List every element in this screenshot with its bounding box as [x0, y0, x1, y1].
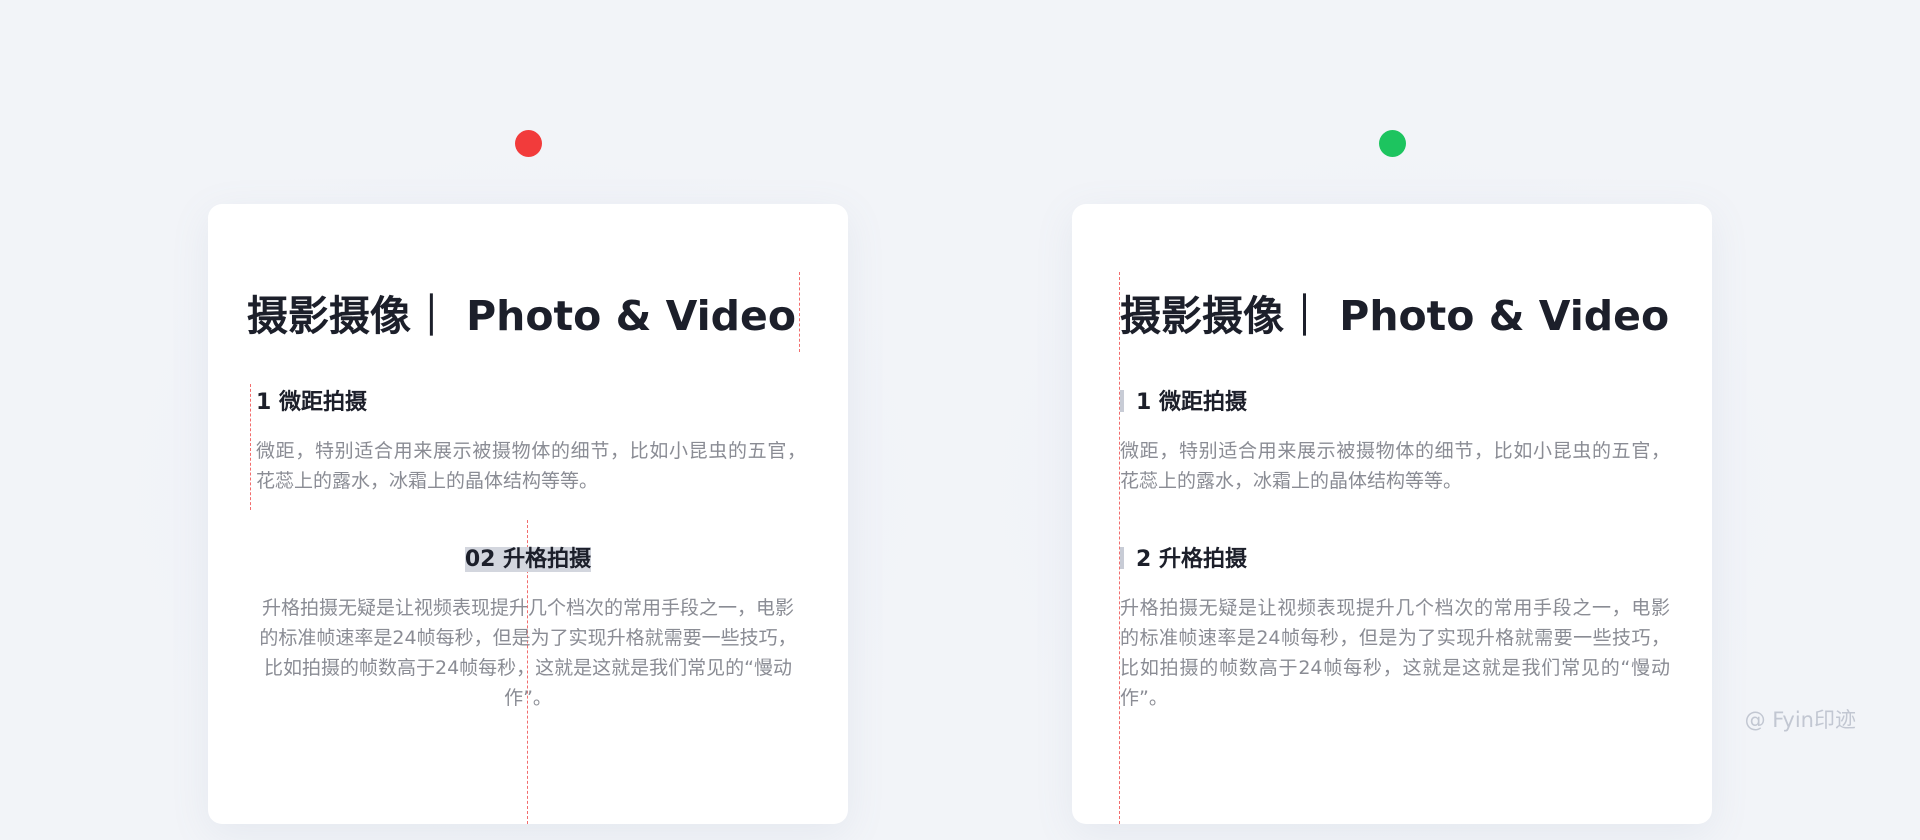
section-body-macro: 微距，特别适合用来展示被摄物体的细节，比如小昆虫的五官，花蕊上的露水，冰霜上的晶… — [256, 440, 806, 492]
right-alignment-guide — [799, 272, 800, 352]
incorrect-indicator-dot — [515, 130, 542, 157]
selection-highlight: 02 升格拍摄 — [464, 547, 592, 572]
section-title-text: 2 升格拍摄 — [1136, 547, 1247, 572]
section-marker — [1120, 547, 1124, 569]
section-title-macro: 1 微距拍摄 — [1120, 388, 1247, 418]
section-title-macro: 1 微距拍摄 — [256, 390, 367, 415]
section-title-slow-motion: 02 升格拍摄 — [208, 545, 848, 575]
section-body-slow-motion: 升格拍摄无疑是让视频表现提升几个档次的常用手段之一，电影的标准帧速率是24帧每秒… — [1120, 597, 1670, 709]
section-title-text: 1 微距拍摄 — [1136, 390, 1247, 415]
section-body-macro: 微距，特别适合用来展示被摄物体的细节，比如小昆虫的五官，花蕊上的露水，冰霜上的晶… — [1120, 440, 1670, 492]
page-title: 摄影摄像｜ Photo & Video — [246, 292, 796, 340]
right-example-card: 摄影摄像｜ Photo & Video 1 微距拍摄 微距，特别适合用来展示被摄… — [1072, 204, 1712, 824]
section-marker — [1120, 390, 1124, 412]
left-example-card: 摄影摄像｜ Photo & Video 1 微距拍摄 微距，特别适合用来展示被摄… — [208, 204, 848, 824]
section-body-slow-motion: 升格拍摄无疑是让视频表现提升几个档次的常用手段之一，电影的标准帧速率是24帧每秒… — [259, 597, 797, 709]
page-title: 摄影摄像｜ Photo & Video — [1120, 292, 1670, 340]
section-title-slow-motion: 2 升格拍摄 — [1120, 545, 1247, 575]
watermark: @ Fyin印迹 — [1744, 708, 1856, 732]
left-alignment-guide — [250, 384, 251, 510]
correct-indicator-dot — [1379, 130, 1406, 157]
